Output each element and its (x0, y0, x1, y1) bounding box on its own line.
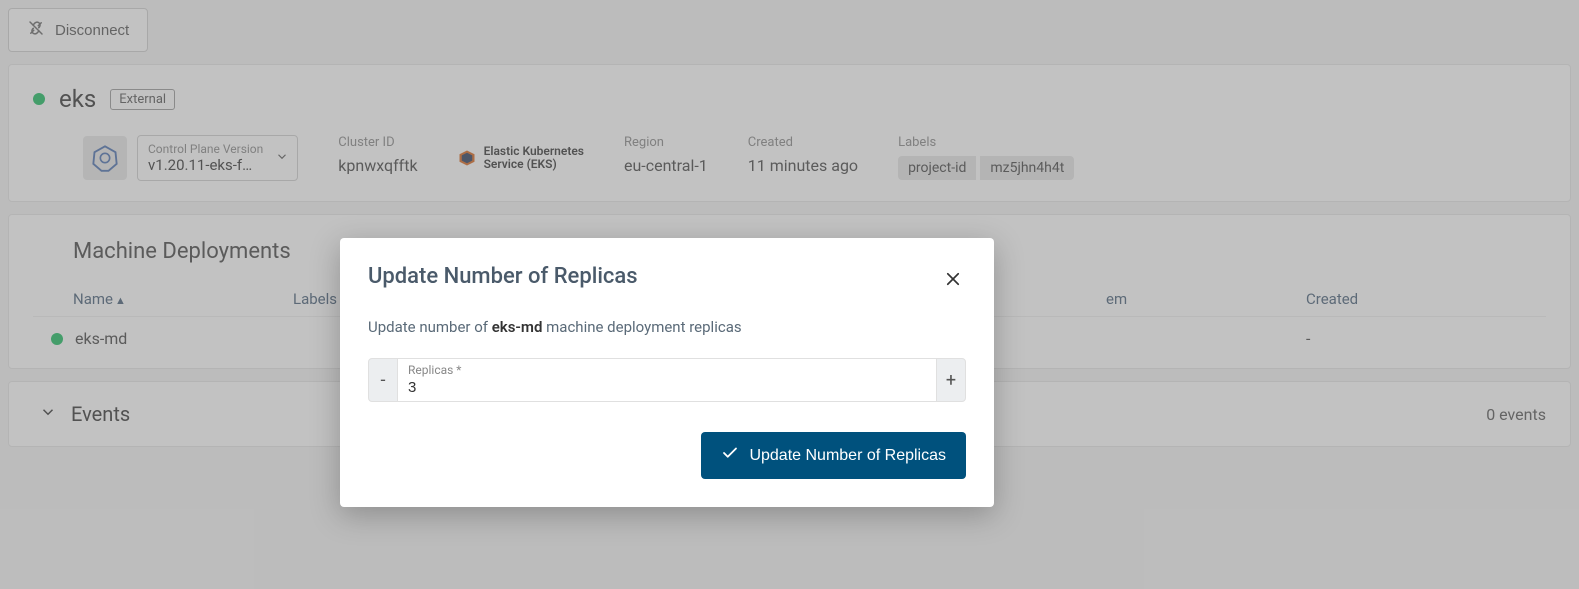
decrement-button[interactable]: - (368, 358, 398, 402)
close-icon (944, 268, 962, 293)
replicas-input[interactable] (408, 377, 926, 400)
check-icon (721, 444, 739, 467)
modal-overlay[interactable]: Update Number of Replicas Update number … (0, 0, 1579, 589)
close-button[interactable] (940, 264, 966, 298)
modal-title: Update Number of Replicas (368, 264, 638, 289)
submit-label: Update Number of Replicas (749, 447, 946, 465)
update-replicas-modal: Update Number of Replicas Update number … (340, 238, 994, 507)
modal-body: Update number of eks-md machine deployme… (368, 318, 966, 336)
replicas-label: Replicas * (408, 363, 926, 377)
submit-button[interactable]: Update Number of Replicas (701, 432, 966, 479)
increment-button[interactable]: + (936, 358, 966, 402)
replicas-stepper: - Replicas * + (368, 358, 966, 402)
